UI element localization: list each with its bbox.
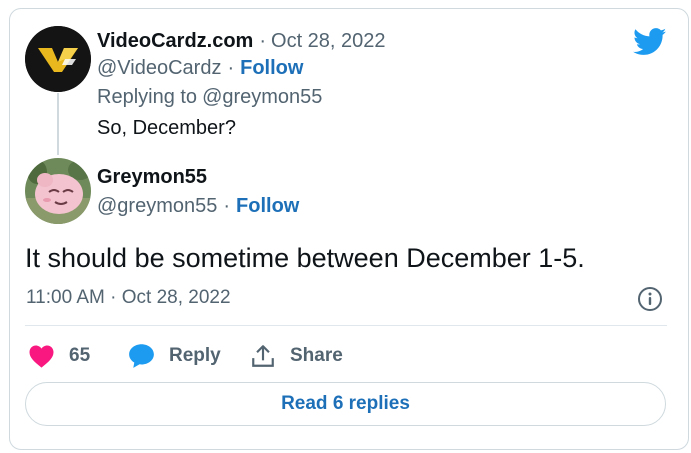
replying-to-handle[interactable]: @greymon55 (202, 86, 322, 109)
thread-connector-line (57, 93, 59, 155)
like-count: 65 (69, 345, 91, 366)
avatar-greymon55[interactable] (25, 158, 91, 224)
read-replies-label: Read 6 replies (281, 393, 410, 414)
reply-label: Reply (169, 345, 221, 366)
replying-to-prefix: Replying to (97, 85, 198, 108)
read-replies-button[interactable]: Read 6 replies (25, 382, 666, 426)
follow-separator: · (223, 194, 231, 217)
follow-button-videocardz[interactable]: Follow (240, 57, 303, 80)
videocardz-logo-icon (25, 26, 91, 92)
share-label: Share (290, 345, 343, 366)
parent-tweet-text: So, December? (97, 117, 236, 139)
tweet-timestamp[interactable]: 11:00 AM · Oct 28, 2022 (26, 287, 231, 309)
heart-icon (29, 345, 54, 368)
reply-button[interactable]: Reply (128, 342, 221, 370)
info-icon[interactable] (637, 286, 663, 312)
parent-date[interactable]: Oct 28, 2022 (271, 30, 386, 53)
main-tweet-text: It should be sometime between December 1… (25, 243, 585, 273)
parent-handle[interactable]: @VideoCardz (97, 57, 221, 80)
share-icon (252, 345, 274, 367)
follow-button-greymon55[interactable]: Follow (236, 195, 299, 218)
like-button[interactable]: 65 (28, 342, 90, 370)
twitter-bird-icon[interactable] (633, 28, 667, 56)
date-separator: · (259, 29, 267, 52)
main-display-name[interactable]: Greymon55 (97, 166, 207, 188)
parent-display-name[interactable]: VideoCardz.com (97, 30, 253, 53)
follow-separator: · (227, 56, 235, 79)
speech-bubble-icon (129, 344, 154, 368)
greymon55-avatar-image (25, 158, 91, 224)
avatar-videocardz[interactable] (25, 26, 91, 92)
main-handle[interactable]: @greymon55 (97, 195, 217, 218)
actions-divider (25, 325, 667, 326)
share-button[interactable]: Share (250, 342, 343, 370)
